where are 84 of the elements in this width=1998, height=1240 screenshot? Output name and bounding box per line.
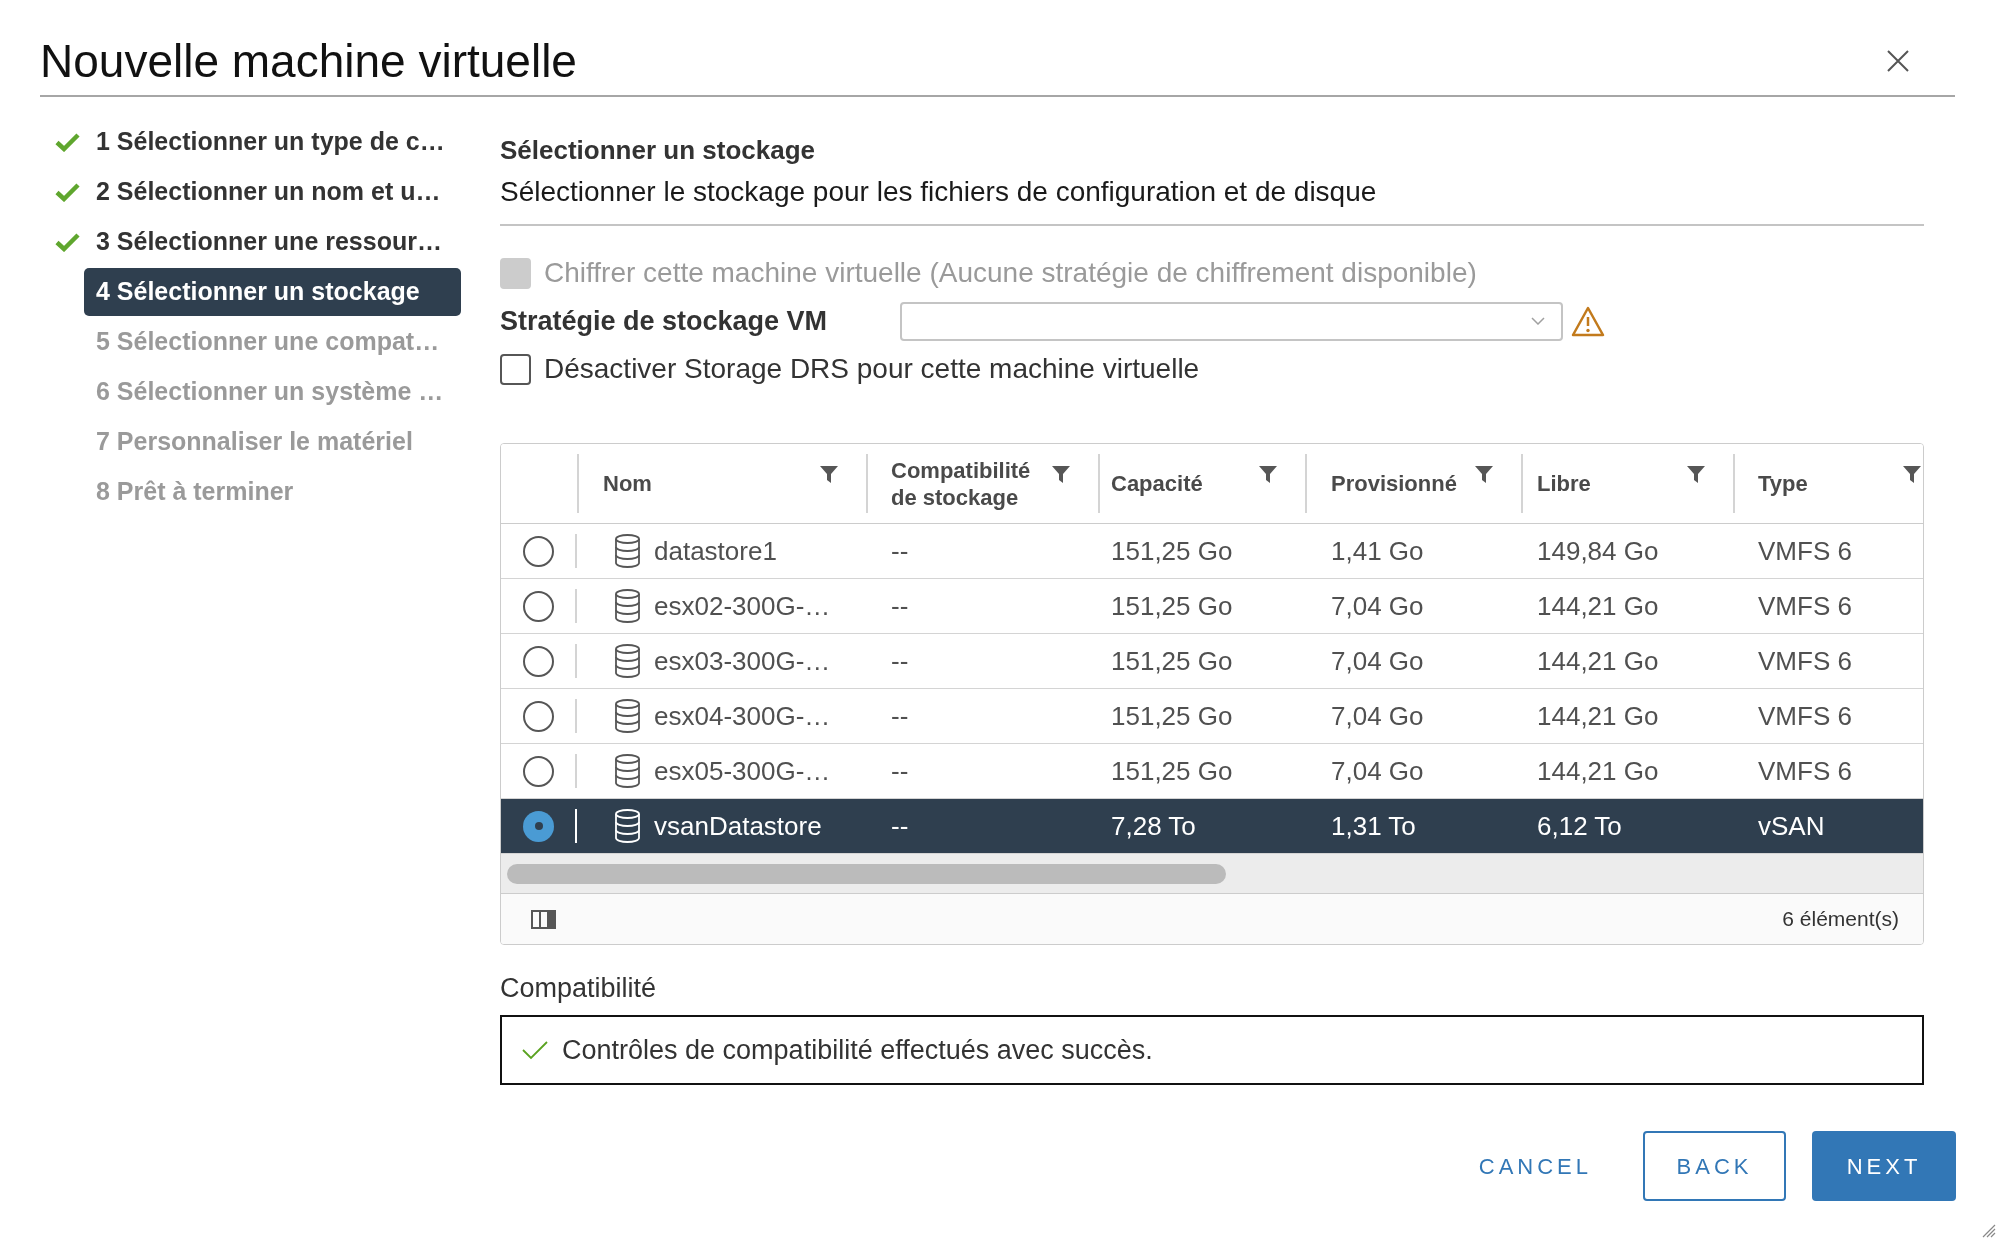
radio-button[interactable] bbox=[523, 810, 554, 842]
column-toggle-button[interactable] bbox=[531, 909, 556, 929]
database-icon bbox=[614, 754, 641, 788]
checkbox-label: Chiffrer cette machine virtuelle (Aucune stratégie de chiffrement disponible) bbox=[544, 256, 1477, 290]
dialog-title: Nouvelle machine virtuelle bbox=[40, 34, 577, 89]
filter-icon[interactable] bbox=[1687, 466, 1705, 483]
table-cell-text: 144,21 Go bbox=[1537, 699, 1659, 733]
dialog-button[interactable]: CANCEL bbox=[1453, 1131, 1617, 1201]
checkbox-label: Désactiver Storage DRS pour cette machine virtuelle bbox=[544, 352, 1200, 386]
table-cell-text: datastore1 bbox=[654, 534, 777, 568]
dialog-button[interactable]: BACK bbox=[1643, 1131, 1786, 1201]
table-cell-text: -- bbox=[891, 644, 909, 678]
column-header[interactable]: Capacité bbox=[1098, 454, 1305, 513]
table-cell-text: esx05-300G-… bbox=[654, 754, 831, 788]
close-button[interactable] bbox=[1887, 50, 1909, 72]
dialog-button[interactable]: NEXT bbox=[1812, 1131, 1956, 1201]
table-cell-text: 144,21 Go bbox=[1537, 589, 1659, 623]
table-row[interactable]: vsanDatastore -- 7,28 To 1,31 To 6,12 To vSAN bbox=[501, 799, 1923, 854]
section-heading: Sélectionner un stockage bbox=[500, 134, 816, 167]
table-cell-text: 144,21 Go bbox=[1537, 754, 1659, 788]
filter-icon[interactable] bbox=[1475, 466, 1493, 483]
chevron-down-icon bbox=[1531, 317, 1545, 325]
table-cell-text: esx02-300G-… bbox=[654, 589, 831, 623]
database-icon bbox=[614, 699, 641, 733]
wizard-step[interactable]: 2 Sélectionner un nom et u… bbox=[84, 168, 461, 216]
table-cell-text: 144,21 Go bbox=[1537, 644, 1659, 678]
radio-button[interactable] bbox=[523, 590, 554, 622]
table-cell-text: 151,25 Go bbox=[1111, 754, 1233, 788]
table-cell-text: -- bbox=[891, 589, 909, 623]
wizard-step[interactable]: 3 Sélectionner une ressour… bbox=[84, 218, 461, 266]
table-cell-text: VMFS 6 bbox=[1758, 589, 1852, 623]
status-message: Contrôles de compatibilité effectués avec succès. bbox=[562, 1033, 1153, 1067]
table-cell-text: -- bbox=[891, 754, 909, 788]
table-cell-text: 151,25 Go bbox=[1111, 699, 1233, 733]
radio-button[interactable] bbox=[523, 755, 554, 787]
radio-button[interactable] bbox=[523, 645, 554, 677]
table-cell-text: 151,25 Go bbox=[1111, 534, 1233, 568]
table-cell-text: VMFS 6 bbox=[1758, 644, 1852, 678]
table-cell-text: VMFS 6 bbox=[1758, 754, 1852, 788]
filter-icon[interactable] bbox=[1052, 466, 1070, 483]
filter-icon[interactable] bbox=[1903, 466, 1921, 483]
section-label: Compatibilité bbox=[500, 972, 658, 1005]
table-cell-text: 7,04 Go bbox=[1331, 589, 1424, 623]
table-cell-text: 7,04 Go bbox=[1331, 754, 1424, 788]
table-cell-text: vsanDatastore bbox=[654, 809, 822, 843]
wizard-step[interactable]: 1 Sélectionner un type de c… bbox=[84, 118, 461, 166]
table-cell-text: 7,04 Go bbox=[1331, 699, 1424, 733]
column-header[interactable]: Provisionné bbox=[1305, 454, 1521, 513]
table-cell-text: 151,25 Go bbox=[1111, 589, 1233, 623]
table-cell-text: -- bbox=[891, 699, 909, 733]
filter-icon[interactable] bbox=[1259, 466, 1277, 483]
field-label: Stratégie de stockage VM bbox=[500, 305, 829, 338]
table-cell-text: -- bbox=[891, 809, 909, 843]
table-cell-text: 1,41 Go bbox=[1331, 534, 1424, 568]
item-count: 6 élément(s) bbox=[1782, 906, 1899, 933]
table-cell-text: 1,31 To bbox=[1331, 809, 1416, 843]
database-icon bbox=[614, 589, 641, 623]
column-header[interactable]: Libre bbox=[1521, 454, 1733, 513]
table-cell-text: 7,04 Go bbox=[1331, 644, 1424, 678]
checkbox[interactable] bbox=[500, 353, 531, 385]
table-cell-text: VMFS 6 bbox=[1758, 699, 1852, 733]
horizontal-scrollbar[interactable] bbox=[501, 854, 1923, 894]
resize-grip-icon[interactable] bbox=[1982, 1224, 1996, 1238]
scrollbar-thumb[interactable] bbox=[507, 863, 1226, 884]
table-cell-text: VMFS 6 bbox=[1758, 534, 1852, 568]
database-icon bbox=[614, 809, 641, 843]
column-header[interactable]: Nom bbox=[577, 454, 866, 513]
database-icon bbox=[614, 534, 641, 568]
table-cell-text: 6,12 To bbox=[1537, 809, 1622, 843]
table-cell-text: vSAN bbox=[1758, 809, 1825, 843]
table-cell-text: esx03-300G-… bbox=[654, 644, 831, 678]
section-description: Sélectionner le stockage pour les fichiers de configuration et de disque bbox=[500, 175, 1378, 209]
table-cell-text: 151,25 Go bbox=[1111, 644, 1233, 678]
column-header[interactable]: Type bbox=[1733, 454, 1923, 513]
table-cell-text: 149,84 Go bbox=[1537, 534, 1659, 568]
table-cell-text: 7,28 To bbox=[1111, 809, 1196, 843]
radio-button[interactable] bbox=[523, 700, 554, 732]
database-icon bbox=[614, 644, 641, 678]
table-cell-text: esx04-300G-… bbox=[654, 699, 831, 733]
wizard-step[interactable]: 4 Sélectionner un stockage bbox=[84, 268, 461, 316]
table-cell-text: -- bbox=[891, 534, 909, 568]
filter-icon[interactable] bbox=[820, 466, 838, 483]
column-header[interactable]: Compatibilité de stockage bbox=[866, 454, 1098, 513]
radio-button[interactable] bbox=[523, 535, 554, 567]
